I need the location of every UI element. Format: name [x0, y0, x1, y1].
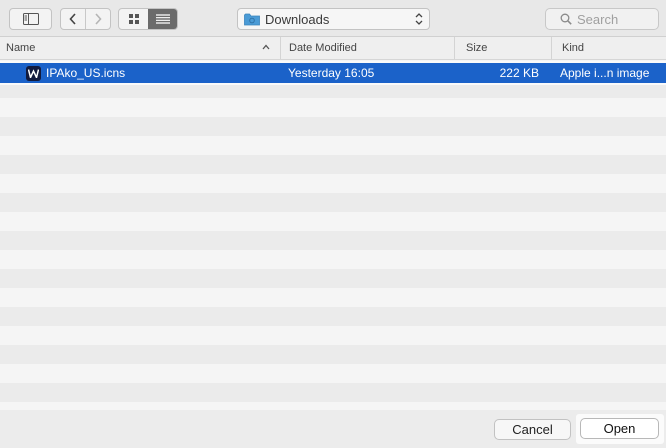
column-header-date-label: Date Modified — [289, 42, 357, 54]
file-name-cell: IPAko_US.icns — [26, 63, 125, 83]
grid-view-button[interactable] — [119, 9, 148, 29]
file-date-cell: Yesterday 16:05 — [288, 66, 375, 80]
chevron-right-icon — [95, 13, 102, 25]
folder-icon — [244, 13, 260, 25]
bottom-bar: Cancel — [0, 410, 666, 448]
file-list[interactable]: IPAko_US.icns Yesterday 16:05 222 KB App… — [0, 60, 666, 410]
location-label: Downloads — [265, 11, 330, 27]
location-popup[interactable]: Downloads — [237, 8, 430, 30]
column-header-name-label: Name — [6, 42, 36, 54]
column-header-kind-label: Kind — [562, 42, 585, 54]
back-button[interactable] — [61, 9, 85, 29]
column-header-date-modified[interactable]: Date Modified — [280, 37, 454, 59]
cancel-button[interactable]: Cancel — [494, 419, 571, 440]
file-kind-cell: Apple i...n image — [560, 66, 650, 80]
file-name: IPAko_US.icns — [46, 66, 126, 80]
sort-ascending-icon — [262, 44, 270, 50]
list-view-icon — [155, 14, 170, 24]
search-field[interactable]: Search — [545, 8, 659, 30]
file-size-cell: 222 KB — [499, 66, 539, 80]
list-view-button[interactable] — [148, 9, 177, 29]
navigation-buttons — [60, 8, 111, 30]
forward-button[interactable] — [85, 9, 110, 29]
updown-chevron-icon — [415, 13, 423, 25]
column-headers: Name Date Modified Size Kind — [0, 37, 666, 60]
toolbar: Downloads Search — [0, 0, 666, 37]
icns-file-icon — [26, 65, 41, 81]
column-header-size[interactable]: Size — [454, 37, 551, 59]
search-placeholder: Search — [577, 11, 619, 27]
open-button[interactable]: Open — [580, 418, 659, 439]
view-mode-buttons — [118, 8, 178, 30]
column-header-size-label: Size — [466, 42, 488, 54]
sidebar-toggle-button[interactable] — [9, 8, 52, 30]
sidebar-icon — [22, 13, 39, 25]
column-header-name[interactable]: Name — [0, 37, 280, 59]
open-file-dialog: Downloads Search Name Date Modified Size — [0, 0, 666, 448]
grid-view-icon — [128, 14, 139, 24]
chevron-left-icon — [69, 13, 76, 25]
column-header-kind[interactable]: Kind — [551, 37, 666, 59]
search-icon — [560, 13, 572, 25]
file-row[interactable]: IPAko_US.icns Yesterday 16:05 222 KB App… — [0, 61, 666, 85]
